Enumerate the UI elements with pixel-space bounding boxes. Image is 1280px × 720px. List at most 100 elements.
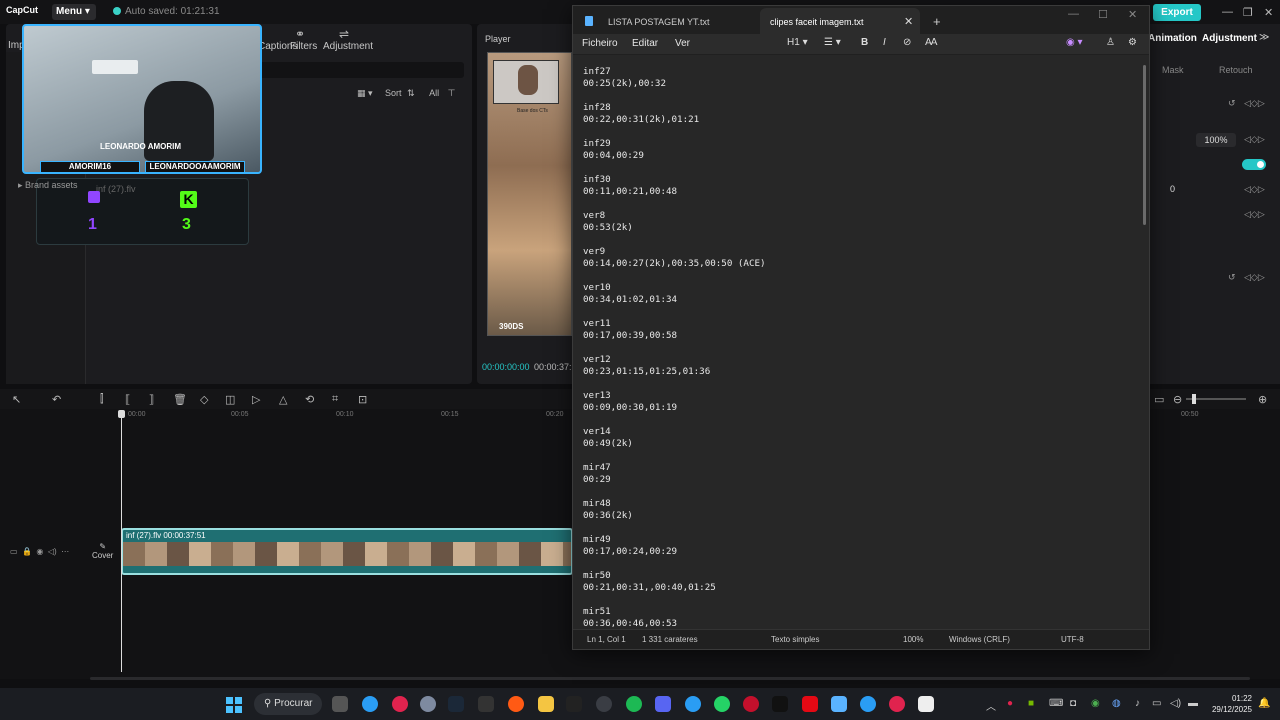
keyframe-icon[interactable]: ◁◇▷: [1244, 184, 1265, 195]
notepad-minimize-icon[interactable]: —: [1068, 8, 1079, 20]
notepad-tab-1[interactable]: LISTA POSTAGEM YT.txt: [580, 8, 765, 34]
undo-icon[interactable]: ↶: [52, 393, 61, 406]
italic-icon[interactable]: I: [883, 37, 886, 48]
media-search-input[interactable]: [256, 62, 464, 78]
task-view-icon[interactable]: [332, 696, 348, 712]
freeze-icon[interactable]: ◫: [225, 393, 235, 406]
split-right-icon[interactable]: ⟧: [149, 393, 154, 406]
tray-app-icon[interactable]: ⌨: [1049, 698, 1063, 709]
app-icon[interactable]: [566, 696, 582, 712]
discord-icon[interactable]: [655, 696, 671, 712]
maximize-icon[interactable]: ❐: [1243, 6, 1253, 19]
brave-icon[interactable]: [508, 696, 524, 712]
split-left-icon[interactable]: ⟦: [125, 393, 130, 406]
tab-adjustment[interactable]: Adjustment: [323, 41, 373, 52]
zoom-in-icon[interactable]: ⊕: [1258, 393, 1267, 406]
epic-games-icon[interactable]: [478, 696, 494, 712]
new-tab-icon[interactable]: +: [933, 14, 941, 29]
all-filter-button[interactable]: All: [429, 88, 439, 98]
close-icon[interactable]: ✕: [1264, 6, 1273, 19]
mark-icon[interactable]: ◇: [200, 393, 208, 406]
copilot-icon[interactable]: ◉ ▾: [1066, 37, 1083, 48]
menu-button[interactable]: Menu ▾: [52, 4, 96, 20]
tray-expand-icon[interactable]: ︿: [986, 698, 996, 713]
tab-adjustment-right[interactable]: Adjustment: [1202, 33, 1257, 44]
caption-icon[interactable]: ▭: [1154, 393, 1164, 406]
notepad-icon[interactable]: [831, 696, 847, 712]
settings-gear-icon[interactable]: ⚙: [1128, 37, 1137, 48]
windows-start-icon[interactable]: [226, 697, 242, 713]
bold-icon[interactable]: B: [861, 37, 868, 48]
expand-tabs-icon[interactable]: ≫: [1259, 32, 1269, 43]
tray-app-icon[interactable]: ●: [1007, 698, 1013, 709]
close-tab-icon[interactable]: ✕: [904, 15, 913, 28]
menu-ficheiro[interactable]: Ficheiro: [582, 38, 618, 49]
zoom-out-icon[interactable]: ⊖: [1173, 393, 1182, 406]
subtab-retouch[interactable]: Retouch: [1219, 65, 1253, 75]
tray-app-icon[interactable]: ◉: [1091, 698, 1100, 709]
steam-icon[interactable]: [448, 696, 464, 712]
tab-filters[interactable]: Filters: [290, 41, 317, 52]
playhead-handle[interactable]: [118, 410, 125, 418]
tab-animation[interactable]: Animation: [1148, 33, 1197, 44]
list-dropdown-icon[interactable]: ☰ ▾: [824, 37, 841, 48]
keyframe-icon[interactable]: ◁◇▷: [1244, 272, 1265, 283]
notifications-icon[interactable]: 🔔: [1258, 698, 1270, 709]
spotify-icon[interactable]: [626, 696, 642, 712]
zoom-level[interactable]: 100%: [903, 635, 923, 644]
clear-format-icon[interactable]: Ꜳ: [925, 37, 938, 48]
filters-icon[interactable]: ⚭: [295, 27, 305, 41]
notepad-tab-2[interactable]: clipes faceit imagem.txt: [760, 8, 920, 34]
delete-icon[interactable]: 🗑: [173, 393, 187, 406]
cover-button[interactable]: ✎ Cover: [92, 542, 113, 560]
network-icon[interactable]: ▭: [1152, 698, 1161, 709]
rotate-icon[interactable]: ⟲: [305, 393, 314, 406]
uniform-scale-toggle[interactable]: [1242, 159, 1266, 170]
menu-editar[interactable]: Editar: [632, 38, 658, 49]
zoom-slider-handle[interactable]: [1192, 394, 1196, 404]
mirror-icon[interactable]: △: [279, 393, 287, 406]
tiktok-icon[interactable]: [772, 696, 788, 712]
link-icon[interactable]: ⊘: [903, 37, 911, 48]
tray-app-icon[interactable]: ◘: [1070, 698, 1076, 709]
whatsapp-icon[interactable]: [714, 696, 730, 712]
steam-tray-icon[interactable]: ◍: [1112, 698, 1121, 709]
chrome-icon[interactable]: [860, 696, 876, 712]
export-button[interactable]: Export: [1153, 4, 1201, 21]
crop-icon[interactable]: ⌗: [332, 393, 338, 406]
reset-icon[interactable]: ↺: [1228, 98, 1236, 109]
sort-button[interactable]: Sort: [385, 88, 402, 98]
minimize-icon[interactable]: —: [1222, 6, 1233, 18]
track-controls[interactable]: ▭ 🔒 ◉ ◁) ⋯: [10, 547, 69, 556]
brand-assets-item[interactable]: ▸ Brand assets: [18, 180, 78, 191]
select-tool-icon[interactable]: ↖: [12, 393, 21, 406]
microphone-icon[interactable]: ♪: [1135, 698, 1140, 709]
adjustment-icon[interactable]: ⇌: [339, 27, 349, 41]
notepad-content[interactable]: inf27 00:25(2k),00:32 inf28 00:22,00:31(…: [583, 66, 766, 630]
chrome-icon[interactable]: [685, 696, 701, 712]
filter-icon[interactable]: ⊤: [448, 88, 456, 98]
subtab-mask[interactable]: Mask: [1162, 65, 1184, 75]
scale-input[interactable]: 100%: [1196, 133, 1236, 147]
pro-feature-icon[interactable]: ⊡: [358, 393, 367, 406]
battery-icon[interactable]: ▬: [1188, 698, 1198, 709]
account-icon[interactable]: ♙: [1106, 37, 1115, 48]
timeline-scrollbar[interactable]: [90, 677, 1250, 680]
nvidia-icon[interactable]: ■: [1028, 698, 1034, 709]
split-icon[interactable]: ⫿: [100, 393, 104, 406]
opera-icon[interactable]: [392, 696, 408, 712]
app-icon[interactable]: [889, 696, 905, 712]
keyframe-icon[interactable]: ◁◇▷: [1244, 209, 1265, 220]
play-icon[interactable]: ▷: [252, 393, 260, 406]
notepad-maximize-icon[interactable]: ☐: [1098, 8, 1108, 21]
grid-view-icon[interactable]: ▦ ▾: [357, 88, 373, 98]
taskbar-search[interactable]: ⚲ Procurar: [254, 693, 322, 715]
app-icon[interactable]: [743, 696, 759, 712]
menu-ver[interactable]: Ver: [675, 38, 690, 49]
file-explorer-icon[interactable]: [538, 696, 554, 712]
capcut-icon[interactable]: [918, 696, 934, 712]
keyframe-icon[interactable]: ◁◇▷: [1244, 98, 1265, 109]
taskbar-clock[interactable]: 01:22 29/12/2025: [1206, 693, 1252, 715]
playhead[interactable]: [121, 410, 122, 672]
volume-icon[interactable]: ◁): [1170, 698, 1181, 709]
